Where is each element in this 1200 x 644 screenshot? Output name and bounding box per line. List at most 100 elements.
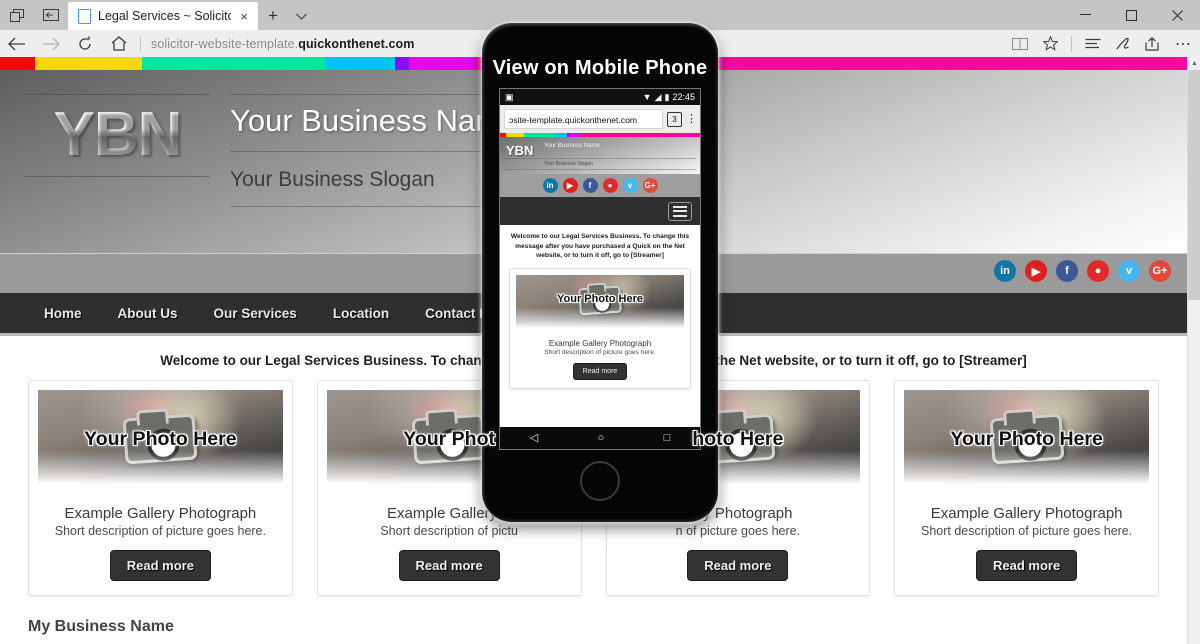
android-home-icon[interactable]: ○ (598, 432, 605, 444)
phone-rule-top (504, 158, 696, 159)
phone-address-input[interactable]: ɔsite-template.quickonthenet.com (504, 109, 663, 129)
phone-photo-label: Your Photo Here (557, 292, 643, 305)
read-more-button[interactable]: Read more (976, 550, 1078, 581)
battery-icon: ▮ (664, 91, 670, 102)
scroll-thumb[interactable] (1188, 70, 1200, 300)
page-scrollbar[interactable]: ▲ (1187, 57, 1200, 644)
set-aside-tabs-icon[interactable] (34, 0, 68, 30)
card-description: n of picture goes here. (675, 524, 801, 538)
phone-welcome-message: Welcome to our Legal Services Business. … (510, 233, 690, 260)
phone-social-band: in ▶ f ● ᴠ G+ (500, 174, 700, 197)
bottom-heading: My Business Name (28, 618, 174, 635)
read-more-button[interactable]: Read more (398, 550, 500, 581)
phone-facebook-icon[interactable]: f (582, 178, 598, 193)
phone-location-pin-icon[interactable]: ● (602, 178, 618, 193)
tools-divider (1071, 35, 1072, 52)
more-options-icon[interactable]: ⋯ (1168, 30, 1198, 57)
wifi-icon: ▼ (642, 92, 652, 102)
card-photo-label: Your Photo Here (84, 428, 237, 450)
stripe-segment-1 (35, 57, 142, 70)
maximize-button[interactable] (1108, 0, 1154, 30)
page-favicon-icon (78, 8, 91, 24)
phone-gallery-card: Your Photo Here Example Gallery Photogra… (509, 267, 691, 389)
address-bar[interactable]: solicitor-website-template.quickonthenet… (151, 37, 415, 51)
card-description: Short description of picture goes here. (54, 524, 266, 538)
twitter-icon[interactable]: ᴠ (1118, 260, 1140, 282)
close-window-button[interactable] (1154, 0, 1200, 30)
window-controls (1062, 0, 1200, 30)
tab-preview-icon[interactable] (0, 0, 34, 30)
phone-card-desc: Short description of picture goes here. (544, 348, 656, 356)
url-prefix: solicitor-website-template. (151, 36, 299, 51)
card-title: Example Gallery Photograph (64, 505, 257, 522)
card-photo-label: Your Phot (403, 428, 495, 450)
gallery-card: Your Photo Here Example Gallery Photograp… (894, 380, 1159, 596)
minimize-button[interactable] (1062, 0, 1108, 30)
screenshot-root: Legal Services ~ Solicitc × + solicitor-… (0, 0, 1200, 644)
youtube-icon[interactable]: ▶ (1025, 260, 1047, 282)
phone-business-slogan: Your Business Slogan (544, 161, 593, 167)
status-time: 22:45 (672, 92, 695, 102)
facebook-icon[interactable]: f (1056, 260, 1078, 282)
phone-site-header: YBN Your Business Name Your Business Slo… (500, 137, 700, 174)
browser-tab[interactable]: Legal Services ~ Solicitc × (68, 2, 258, 30)
stripe-segment-3 (325, 57, 395, 70)
nav-item-about-us[interactable]: About Us (100, 306, 196, 321)
welcome-right: on the Net website, or to turn it off, g… (695, 353, 1027, 368)
linkedin-icon[interactable]: in (994, 260, 1016, 282)
close-tab-icon[interactable]: × (238, 10, 250, 23)
phone-card-title: Example Gallery Photograph (548, 338, 652, 348)
card-description: Short description of picture goes here. (921, 524, 1133, 538)
phone-rule-bottom (504, 169, 696, 170)
forward-icon[interactable] (34, 30, 68, 57)
location-pin-icon[interactable]: ● (1087, 260, 1109, 282)
refresh-icon[interactable] (68, 30, 102, 57)
address-divider (140, 35, 141, 52)
card-photo-label: Your Photo Here (950, 428, 1103, 450)
share-icon[interactable] (1138, 30, 1168, 57)
signal-icon: ◢ (654, 91, 662, 102)
phone-twitter-icon[interactable]: ᴠ (622, 178, 638, 193)
logo-block: YBN (25, 94, 210, 178)
phone-home-button[interactable] (580, 461, 620, 501)
card-photo: Your Photo Here (38, 390, 283, 487)
social-icon-list: in ▶ f ● ᴠ G+ (994, 260, 1171, 282)
back-icon[interactable] (0, 30, 34, 57)
phone-browser-bar: ɔsite-template.quickonthenet.com 3 ⋮ (500, 105, 700, 133)
hub-icon[interactable] (1078, 30, 1108, 57)
card-photo: Your Photo Here (904, 390, 1149, 487)
read-more-button[interactable]: Read more (687, 550, 789, 581)
favorite-star-icon[interactable] (1035, 30, 1065, 57)
stripe-segment-5 (409, 57, 475, 70)
new-tab-button[interactable]: + (258, 2, 288, 30)
nav-item-home[interactable]: Home (26, 306, 100, 321)
card-title: Example Gallery Photograph (930, 505, 1123, 522)
nav-item-location[interactable]: Location (315, 306, 407, 321)
welcome-left: Welcome to our Legal Services Business. … (160, 353, 518, 368)
phone-youtube-icon[interactable]: ▶ (562, 178, 578, 193)
phone-menu-icon[interactable]: ⋮ (686, 114, 697, 125)
phone-read-more-button[interactable]: Read more (572, 362, 628, 380)
stripe-segment-2 (142, 57, 325, 70)
googleplus-icon[interactable]: G+ (1149, 260, 1171, 282)
hamburger-menu-icon[interactable] (668, 201, 692, 221)
phone-screen: ▣ ▼ ◢ ▮ 22:45 ɔsite-template.quickonthen… (499, 88, 701, 450)
phone-linkedin-icon[interactable]: in (542, 178, 558, 193)
gallery-card: Your Photo Here Example Gallery Photograp… (28, 380, 293, 596)
reading-view-icon[interactable] (1005, 30, 1035, 57)
home-icon[interactable] (102, 30, 136, 57)
status-right-group: ▼ ◢ ▮ 22:45 (643, 92, 695, 103)
chevron-down-icon[interactable] (288, 2, 314, 30)
notes-pen-icon[interactable] (1108, 30, 1138, 57)
nav-right-tools: ⋯ (1005, 30, 1198, 57)
card-description: Short description of pictu (380, 524, 518, 538)
phone-googleplus-icon[interactable]: G+ (642, 178, 658, 193)
nav-item-our-services[interactable]: Our Services (196, 306, 315, 321)
read-more-button[interactable]: Read more (109, 550, 211, 581)
tab-title: Legal Services ~ Solicitc (98, 9, 232, 23)
phone-heading: View on Mobile Phone (492, 57, 708, 79)
scroll-up-icon[interactable]: ▲ (1188, 57, 1200, 70)
phone-tab-count-button[interactable]: 3 (667, 111, 682, 127)
stripe-segment-0 (0, 57, 35, 70)
phone-status-bar: ▣ ▼ ◢ ▮ 22:45 (500, 89, 700, 105)
